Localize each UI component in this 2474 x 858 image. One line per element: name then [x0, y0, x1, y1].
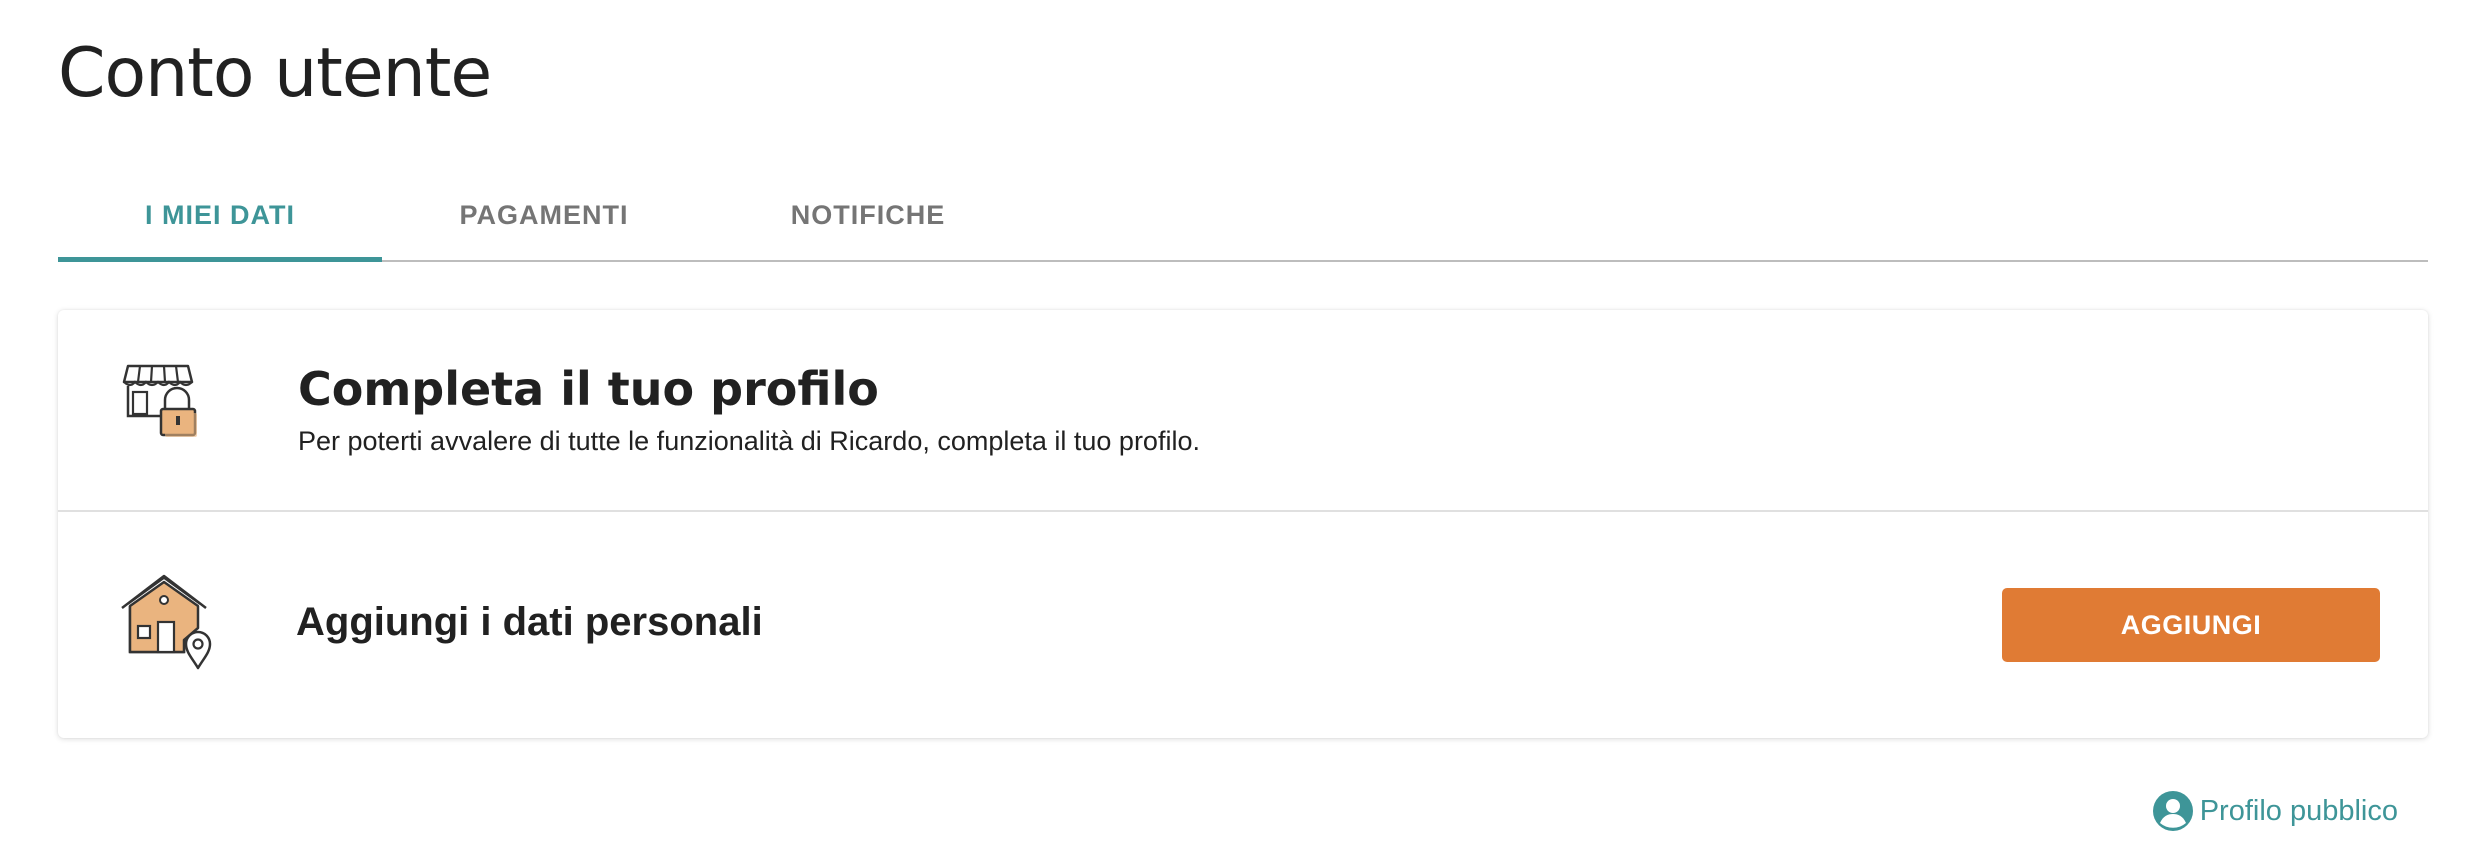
shop-lock-icon	[118, 354, 218, 454]
profile-card-description: Per poterti avvalere di tutte le funzion…	[298, 426, 1200, 456]
tab-my-data[interactable]: I MIEI DATI	[58, 170, 382, 262]
tab-bar: I MIEI DATI PAGAMENTI NOTIFICHE	[58, 170, 2428, 262]
profile-card-header: Completa il tuo profilo Per poterti avva…	[58, 310, 2428, 512]
public-profile-link[interactable]: Profilo pubblico	[2152, 790, 2398, 832]
tab-notifications[interactable]: NOTIFICHE	[706, 170, 1030, 260]
house-location-icon	[118, 570, 218, 670]
user-circle-icon	[2152, 790, 2194, 832]
profile-card-title: Completa il tuo profilo	[298, 362, 879, 416]
personal-data-label: Aggiungi i dati personali	[296, 600, 763, 644]
profile-card: Completa il tuo profilo Per poterti avva…	[58, 310, 2428, 738]
personal-data-row: Aggiungi i dati personali AGGIUNGI	[58, 512, 2428, 738]
add-personal-data-button[interactable]: AGGIUNGI	[2002, 588, 2380, 662]
public-profile-label: Profilo pubblico	[2199, 794, 2398, 827]
tab-payments[interactable]: PAGAMENTI	[382, 170, 706, 260]
page-title: Conto utente	[58, 34, 492, 113]
account-page: Conto utente I MIEI DATI PAGAMENTI NOTIF…	[0, 0, 2474, 858]
